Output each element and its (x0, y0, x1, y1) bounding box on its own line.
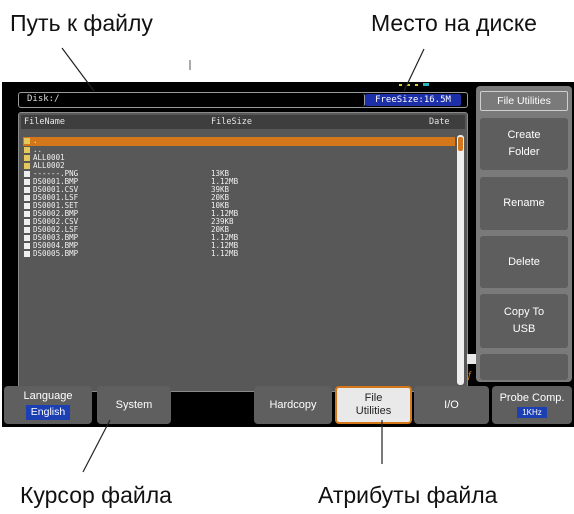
probe-comp-value: 1KHz (517, 407, 547, 418)
empty-menu-button[interactable] (480, 354, 568, 380)
hardcopy-button[interactable]: Hardcopy (254, 386, 332, 424)
file-icon (24, 211, 30, 217)
file-icon (24, 243, 30, 249)
trace-marker-icon (399, 83, 429, 86)
file-list-header: FileName FileSize Date (21, 115, 465, 129)
file-icon (24, 179, 30, 185)
callout-line-cursor (82, 419, 111, 473)
folder-icon (24, 155, 30, 161)
file-row[interactable]: ------.PNG 13KB (23, 170, 455, 178)
header-filesize: FileSize (211, 117, 252, 127)
path-bar: Disk:/ FreeSize:16.5M (18, 92, 468, 108)
language-label: Language (23, 390, 73, 402)
file-row[interactable]: ALL0002 (23, 162, 455, 170)
language-value: English (25, 405, 71, 420)
side-menu-title: File Utilities (480, 91, 568, 111)
language-button[interactable]: Language English (4, 386, 92, 424)
file-icon (24, 203, 30, 209)
file-list-panel: FileName FileSize Date ... ALL0001 ALL0002… (18, 112, 468, 392)
file-icon (24, 227, 30, 233)
function-icon: ƒ (467, 370, 473, 381)
file-icon (24, 219, 30, 225)
file-utilities-button[interactable]: File Utilities (335, 386, 412, 424)
hardcopy-label: Hardcopy (269, 398, 317, 411)
file-icon (24, 195, 30, 201)
file-row[interactable]: DS0001.CSV 39KB (23, 186, 455, 194)
file-row[interactable]: .. (23, 146, 455, 154)
file-list-scrollbar[interactable] (457, 135, 464, 385)
file-row[interactable]: DS0001.SET 10KB (23, 202, 455, 210)
callout-file-attributes: Атрибуты файла (318, 482, 498, 508)
io-button[interactable]: I/O (414, 386, 489, 424)
file-icon (24, 187, 30, 193)
delete-button[interactable]: Delete (480, 236, 568, 288)
system-button[interactable]: System (97, 386, 171, 424)
callout-disk-space: Место на диске (371, 10, 537, 36)
rename-button[interactable]: Rename (480, 177, 568, 230)
side-menu: File Utilities Create Folder Rename Dele… (476, 86, 572, 382)
save-icon (467, 354, 476, 364)
system-label: System (115, 398, 153, 411)
file-list: ... ALL0001 ALL0002 ------.PNG 13KB DS0001.BM… (23, 137, 455, 258)
callout-file-cursor: Курсор файла (20, 482, 172, 508)
file-icon (24, 251, 30, 257)
oscilloscope-screen: Disk:/ FreeSize:16.5M FileName FileSize … (2, 82, 574, 427)
folder-icon (24, 147, 30, 153)
file-icon (24, 235, 30, 241)
file-name: DS0005.BMP (33, 249, 79, 258)
scrollbar-thumb[interactable] (458, 137, 463, 151)
file-icon (24, 171, 30, 177)
callout-file-path: Путь к файлу (10, 10, 153, 36)
header-filename: FileName (24, 117, 65, 127)
file-row[interactable]: DS0001.LSF 20KB (23, 194, 455, 202)
create-folder-button[interactable]: Create Folder (480, 118, 568, 170)
folder-icon (24, 163, 30, 169)
file-size: 1.12MB (211, 249, 239, 258)
file-row[interactable]: DS0004.BMP 1.12MB (23, 242, 455, 250)
bottom-menu-bar: Language English System Hardcopy File Ut… (2, 382, 574, 427)
header-date: Date (429, 117, 450, 127)
folder-icon (24, 138, 30, 144)
io-label: I/O (444, 398, 459, 411)
file-row[interactable]: DS0002.CSV 239KB (23, 218, 455, 226)
file-row[interactable]: ALL0001 (23, 154, 455, 162)
free-size-indicator: FreeSize:16.5M (365, 94, 461, 106)
file-row[interactable]: DS0005.BMP 1.12MB (23, 250, 455, 258)
probe-comp-button[interactable]: Probe Comp. 1KHz (492, 386, 572, 424)
file-utilities-label: File Utilities (355, 392, 392, 417)
file-name: . (33, 136, 38, 145)
file-row[interactable]: DS0001.BMP 1.12MB (23, 178, 455, 186)
current-path: Disk:/ (27, 94, 60, 104)
file-cursor-row[interactable]: . (23, 137, 455, 146)
file-row[interactable]: DS0003.BMP 1.12MB (23, 234, 455, 242)
file-row[interactable]: DS0002.LSF 20KB (23, 226, 455, 234)
copy-to-usb-button[interactable]: Copy To USB (480, 294, 568, 348)
probe-comp-label: Probe Comp. (499, 392, 565, 404)
file-row[interactable]: DS0002.BMP 1.12MB (23, 210, 455, 218)
